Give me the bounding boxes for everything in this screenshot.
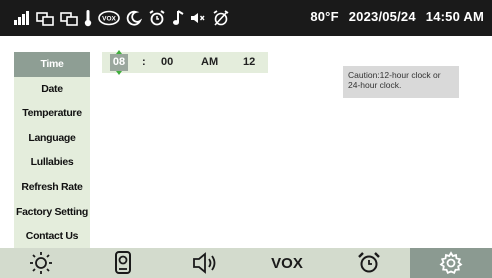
time-setting-panel: 08 : 00 AM 12 <box>102 50 268 75</box>
music-note-icon <box>172 10 184 26</box>
monitor-icon <box>60 10 78 26</box>
thermometer-icon <box>84 9 92 27</box>
volume-icon <box>190 10 206 26</box>
gear-icon <box>439 251 463 274</box>
speaker-icon <box>193 252 216 274</box>
hour-down-arrow-icon[interactable] <box>116 71 122 75</box>
vox-label: VOX <box>271 254 303 272</box>
clock-format-field[interactable]: 12 <box>243 56 255 68</box>
alarm-icon <box>148 10 166 26</box>
menu-item-contact-us[interactable]: Contact Us <box>14 224 90 249</box>
menu-item-date[interactable]: Date <box>14 77 90 102</box>
menu-item-lullabies[interactable]: Lullabies <box>14 150 90 175</box>
menu-item-time[interactable]: Time <box>14 52 90 77</box>
status-bar: VOX 80°F 2023/05/24 14:50 AM <box>0 0 492 36</box>
menu-item-temperature[interactable]: Temperature <box>14 101 90 126</box>
caution-note: Caution:12-hour clock or 24-hour clock. <box>343 66 459 98</box>
menu-item-refresh-rate[interactable]: Refresh Rate <box>14 175 90 200</box>
status-icons: VOX <box>14 8 230 28</box>
hour-value: 08 <box>112 56 126 68</box>
no-alarm-icon <box>212 9 230 27</box>
vox-icon: VOX <box>98 10 120 26</box>
time-readout: 14:50 AM <box>425 9 484 24</box>
minute-field[interactable]: 00 <box>161 56 173 68</box>
menu-item-language[interactable]: Language <box>14 126 90 151</box>
tab-settings[interactable] <box>410 248 492 278</box>
period-field[interactable]: AM <box>201 56 218 68</box>
status-readout: 80°F 2023/05/24 14:50 AM <box>310 9 484 24</box>
alarm-clock-icon <box>358 252 380 273</box>
hour-field[interactable]: 08 <box>110 50 128 75</box>
tab-brightness[interactable] <box>0 248 82 278</box>
temperature-readout: 80°F <box>310 9 339 24</box>
tab-alarm[interactable] <box>328 248 410 278</box>
settings-menu: Time Date Temperature Language Lullabies… <box>14 52 90 249</box>
signal-icon <box>14 11 30 25</box>
svg-text:VOX: VOX <box>102 16 116 23</box>
brightness-icon <box>30 252 52 274</box>
moon-icon <box>126 10 142 26</box>
bottom-tab-bar: VOX <box>0 248 492 278</box>
date-readout: 2023/05/24 <box>348 9 416 24</box>
camera-icon <box>115 251 131 274</box>
tab-camera[interactable] <box>82 248 164 278</box>
hour-up-arrow-icon[interactable] <box>116 50 122 54</box>
tab-volume[interactable] <box>164 248 246 278</box>
monitor-icon <box>36 10 54 26</box>
time-colon: : <box>142 56 146 68</box>
menu-item-factory-setting[interactable]: Factory Setting <box>14 200 90 225</box>
tab-vox[interactable]: VOX <box>246 248 328 278</box>
